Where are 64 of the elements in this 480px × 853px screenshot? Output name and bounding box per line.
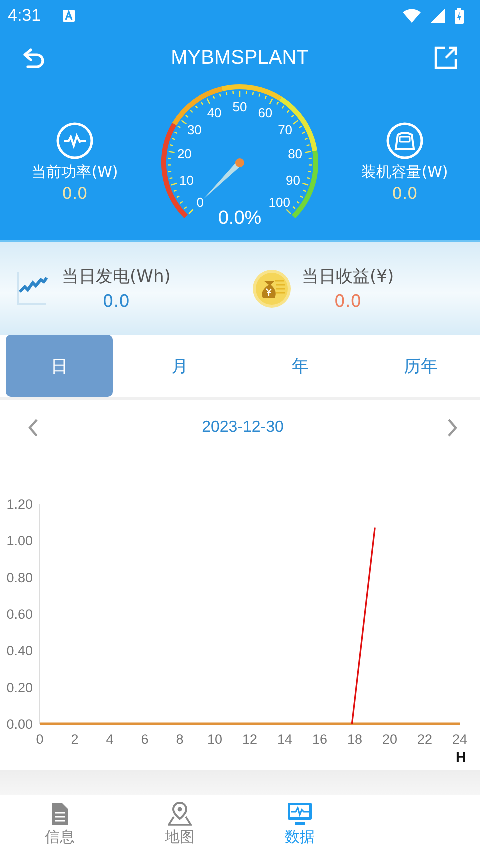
y-tick-label: 0.60 bbox=[6, 607, 33, 622]
y-tick-label: 0.80 bbox=[6, 570, 33, 586]
stat-value: 0.0 bbox=[392, 184, 418, 203]
summary-label: 当日发电(Wh) bbox=[62, 266, 171, 288]
gauge-reading: 0.0% bbox=[218, 208, 262, 229]
gauge-scale-label: 20 bbox=[177, 146, 192, 162]
x-tick-label: 14 bbox=[277, 732, 293, 747]
x-tick-label: 20 bbox=[382, 732, 398, 747]
y-tick-label: 1.00 bbox=[6, 534, 33, 549]
gauge-scale-label: 40 bbox=[207, 106, 222, 121]
next-button[interactable] bbox=[445, 416, 460, 438]
x-tick-label: 16 bbox=[312, 732, 328, 747]
external-link-icon bbox=[434, 46, 458, 70]
map-pin-icon bbox=[168, 802, 192, 826]
x-tick-label: 0 bbox=[36, 732, 44, 747]
gauge-scale-label: 70 bbox=[278, 122, 293, 138]
previous-button[interactable] bbox=[26, 416, 41, 438]
monitor-icon bbox=[287, 802, 313, 826]
document-icon bbox=[51, 802, 69, 826]
chevron-left-icon bbox=[28, 418, 39, 436]
y-tick-label: 0.00 bbox=[6, 717, 33, 732]
clock-time: 4:31 bbox=[8, 6, 42, 26]
x-tick-label: 6 bbox=[141, 732, 149, 747]
gauge-scale-label: 50 bbox=[232, 100, 248, 114]
x-tick-label: 10 bbox=[207, 732, 223, 747]
x-tick-label: 22 bbox=[417, 732, 433, 747]
stat-label: 当前功率(W) bbox=[32, 163, 118, 182]
x-tick-label: 2 bbox=[71, 732, 79, 747]
page-title: MYBMSPLANT bbox=[171, 46, 309, 70]
x-axis-title: H bbox=[456, 749, 466, 765]
date-label: 2023-12-30 bbox=[202, 418, 284, 436]
x-tick-label: 18 bbox=[347, 732, 363, 747]
stat-value: 0.0 bbox=[62, 184, 88, 203]
back-icon bbox=[22, 48, 46, 68]
device-icon bbox=[386, 122, 424, 160]
x-tick-label: 8 bbox=[176, 732, 184, 747]
signal-icon bbox=[431, 9, 445, 23]
stat-label: 装机容量(W) bbox=[362, 163, 448, 182]
y-tick-label: 1.20 bbox=[6, 497, 33, 512]
summary-value: 0.0 bbox=[334, 292, 362, 312]
share-button[interactable] bbox=[432, 44, 460, 72]
gauge-scale-label: 90 bbox=[286, 172, 300, 188]
gauge-scale-label: 30 bbox=[187, 122, 202, 138]
period-tab[interactable]: 日 bbox=[6, 335, 112, 397]
x-tick-label: 4 bbox=[106, 732, 114, 747]
x-tick-label: 12 bbox=[242, 732, 258, 747]
gauge-scale-label: 80 bbox=[288, 146, 303, 162]
money-bag-icon bbox=[252, 268, 292, 308]
gauge-scale-label: 10 bbox=[180, 172, 194, 188]
gauge-scale-label: 60 bbox=[258, 106, 273, 121]
gauge-needle bbox=[203, 158, 244, 200]
gauge-scale-label: 0 bbox=[196, 195, 204, 210]
y-tick-label: 0.40 bbox=[6, 644, 33, 659]
summary-label: 当日收益(¥) bbox=[302, 266, 394, 288]
line-chart-icon bbox=[16, 272, 48, 306]
gauge-scale-label: 100 bbox=[268, 195, 290, 210]
x-tick-label: 24 bbox=[452, 732, 468, 747]
chevron-right-icon bbox=[447, 418, 458, 436]
battery-icon bbox=[455, 8, 464, 24]
y-tick-label: 0.20 bbox=[6, 680, 33, 696]
pulse-icon bbox=[56, 122, 94, 160]
wifi-icon bbox=[403, 9, 421, 23]
notification-icon bbox=[63, 10, 76, 22]
summary-value: 0.0 bbox=[102, 292, 130, 312]
